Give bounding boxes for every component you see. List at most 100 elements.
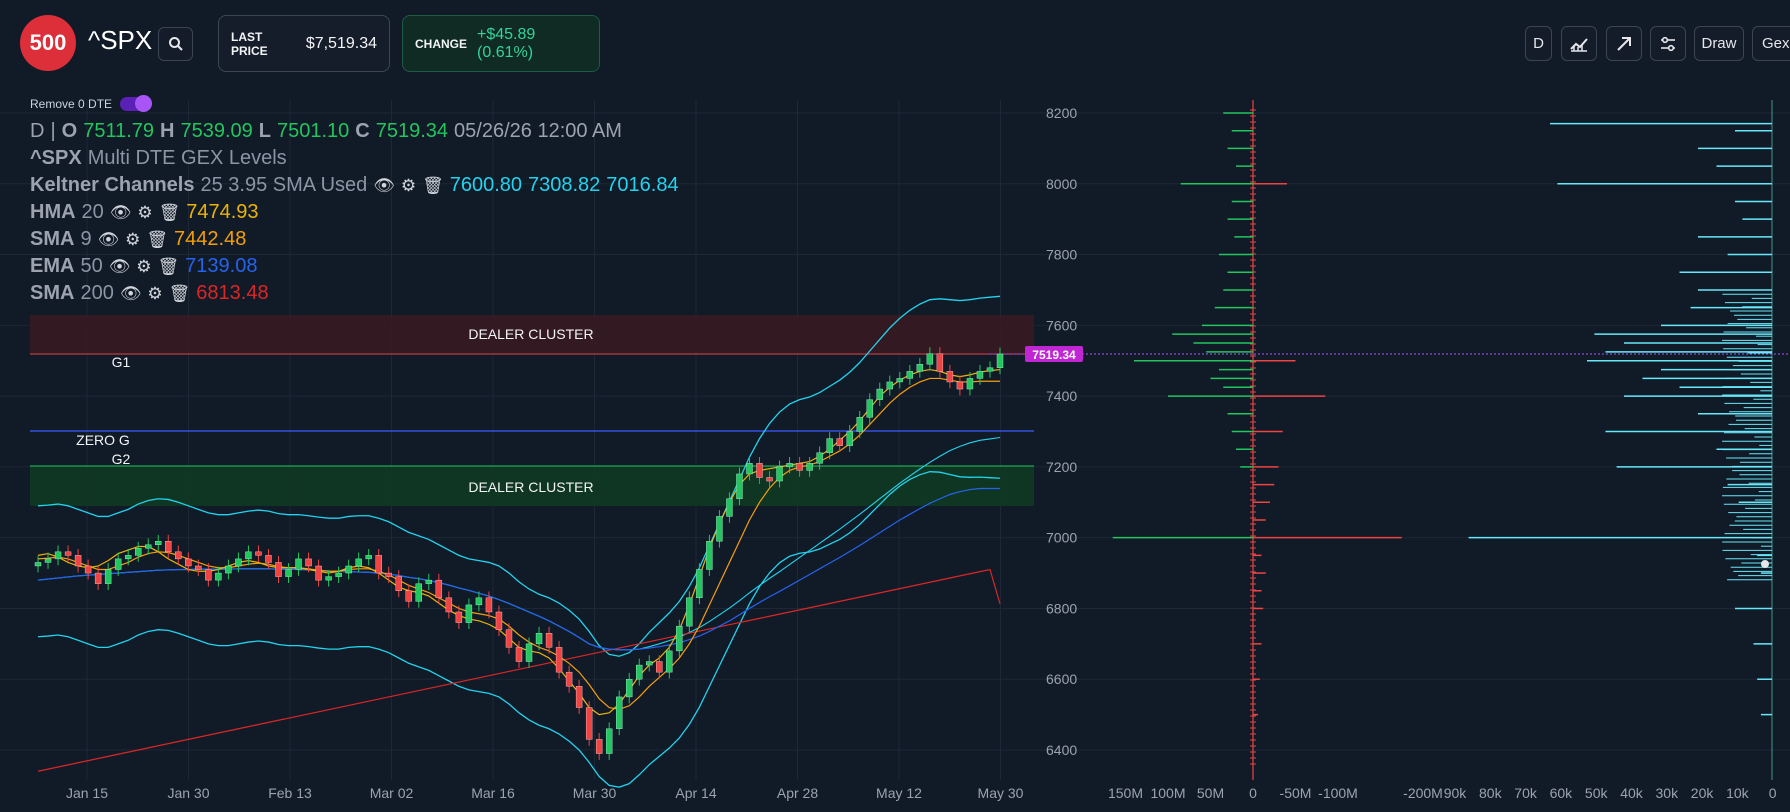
gear-icon[interactable]: ⚙: [147, 280, 162, 307]
trash-icon[interactable]: 🗑: [146, 226, 168, 253]
sma9-value: 7442.48: [174, 228, 247, 250]
candle-down: [595, 739, 603, 754]
trash-icon[interactable]: 🗑: [158, 253, 180, 280]
candle-down: [275, 562, 282, 577]
volume-x-tick-label: 40k: [1620, 785, 1644, 801]
candle-up: [525, 643, 533, 662]
candle-up: [916, 364, 924, 372]
volume-x-tick-label: 0: [1769, 785, 1777, 801]
gear-icon[interactable]: ⚙: [401, 172, 416, 199]
ohlc-sep: |: [50, 120, 56, 142]
indicator-legend: D | O 7511.79 H 7539.09 L 7501.10 C 7519.34 …: [30, 118, 679, 307]
eye-icon[interactable]: 👁: [120, 280, 142, 307]
candle-up: [966, 378, 974, 390]
candle-up: [996, 353, 1004, 368]
trash-icon[interactable]: 🗑: [169, 280, 191, 307]
candle-up: [325, 576, 332, 581]
g1-label: G1: [112, 354, 131, 370]
eye-icon[interactable]: 👁: [373, 172, 395, 199]
candle-up: [976, 371, 984, 379]
eye-icon[interactable]: 👁: [109, 253, 131, 280]
zero-g-label: ZERO G: [76, 432, 130, 448]
gex-x-tick-label: -50M: [1280, 785, 1312, 801]
candle-down: [455, 611, 463, 623]
candle-up: [826, 438, 833, 453]
candle-up: [706, 541, 713, 570]
y-tick-label: 7600: [1046, 317, 1077, 333]
ohlc-o-label: O: [61, 120, 78, 142]
eye-icon[interactable]: 👁: [110, 199, 132, 226]
x-tick-label: May 12: [876, 785, 922, 801]
volume-x-tick-label: 30k: [1656, 785, 1680, 801]
candle-down: [766, 477, 773, 482]
candle-up: [415, 583, 422, 602]
sma9-param: 9: [80, 228, 92, 250]
candle-down: [165, 541, 172, 553]
candle-up: [616, 696, 623, 729]
sma9-name: SMA: [30, 228, 75, 250]
sma200-value: 6813.48: [196, 282, 269, 304]
ohlc-high: 7539.09: [180, 120, 253, 142]
gex-x-tick-label: 150M: [1108, 785, 1143, 801]
dealer-cluster-top-label: DEALER CLUSTER: [468, 326, 593, 342]
candle-up: [535, 633, 543, 645]
ema50-line: [37, 487, 1000, 651]
y-tick-label: 7800: [1046, 247, 1077, 263]
x-tick-label: Mar 16: [471, 785, 515, 801]
candle-down: [435, 579, 443, 599]
y-tick-label: 6800: [1046, 600, 1077, 616]
ema-name: EMA: [30, 255, 75, 277]
candle-down: [445, 597, 453, 613]
candle-up: [736, 473, 743, 499]
candle-up: [475, 597, 483, 606]
gex-x-tick-label: -200M: [1403, 785, 1443, 801]
x-tick-label: Apr 28: [777, 785, 818, 801]
candle-down: [175, 551, 182, 560]
ohlc-row: D | O 7511.79 H 7539.09 L 7501.10 C 7519.34 …: [30, 118, 679, 145]
candle-down: [375, 555, 382, 574]
candle-up: [245, 551, 252, 560]
candle-up: [696, 569, 703, 599]
volume-x-tick-label: 10k: [1726, 785, 1750, 801]
candle-up: [866, 399, 873, 418]
candle-up: [646, 661, 653, 666]
candle-up: [716, 516, 723, 542]
ohlc-interval: D: [30, 120, 45, 142]
trash-icon[interactable]: 🗑: [159, 199, 181, 226]
sma9-row: SMA 9 👁 ⚙ 🗑 7442.48: [30, 226, 679, 253]
candle-up: [215, 572, 222, 581]
dealer-cluster-bottom-label: DEALER CLUSTER: [468, 479, 593, 495]
keltner-lower-line: [37, 471, 1001, 788]
candle-up: [896, 378, 903, 383]
candle-down: [555, 647, 563, 673]
keltner-lower: 7016.84: [606, 174, 679, 196]
y-tick-label: 7200: [1046, 459, 1077, 475]
volume-x-tick-label: 80k: [1479, 785, 1503, 801]
candle-up: [686, 597, 693, 627]
candle-up: [135, 548, 142, 556]
candle-up: [626, 679, 633, 698]
y-tick-label: 8000: [1046, 176, 1077, 192]
candle-down: [255, 551, 262, 556]
candle-up: [114, 558, 122, 570]
keltner-name: Keltner Channels: [30, 174, 195, 196]
candle-up: [986, 367, 994, 372]
hma-name: HMA: [30, 201, 76, 223]
sma200-line: [37, 568, 1001, 772]
gear-icon[interactable]: ⚙: [125, 226, 140, 253]
gear-icon[interactable]: ⚙: [136, 253, 151, 280]
volume-x-tick-label: 20k: [1691, 785, 1715, 801]
candle-up: [676, 625, 683, 652]
trash-icon[interactable]: 🗑: [422, 172, 444, 199]
candle-up: [876, 388, 883, 400]
gear-icon[interactable]: ⚙: [137, 199, 152, 226]
y-tick-label: 7000: [1046, 530, 1077, 546]
candle-up: [285, 569, 292, 577]
hma-row: HMA 20 👁 ⚙ 🗑 7474.93: [30, 199, 679, 226]
candle-up: [54, 551, 62, 560]
keltner-params: 25 3.95 SMA Used: [200, 174, 368, 196]
eye-icon[interactable]: 👁: [98, 226, 120, 253]
candle-up: [34, 562, 42, 567]
ohlc-datetime: 05/26/26 12:00 AM: [454, 120, 622, 142]
ema-value: 7139.08: [185, 255, 258, 277]
